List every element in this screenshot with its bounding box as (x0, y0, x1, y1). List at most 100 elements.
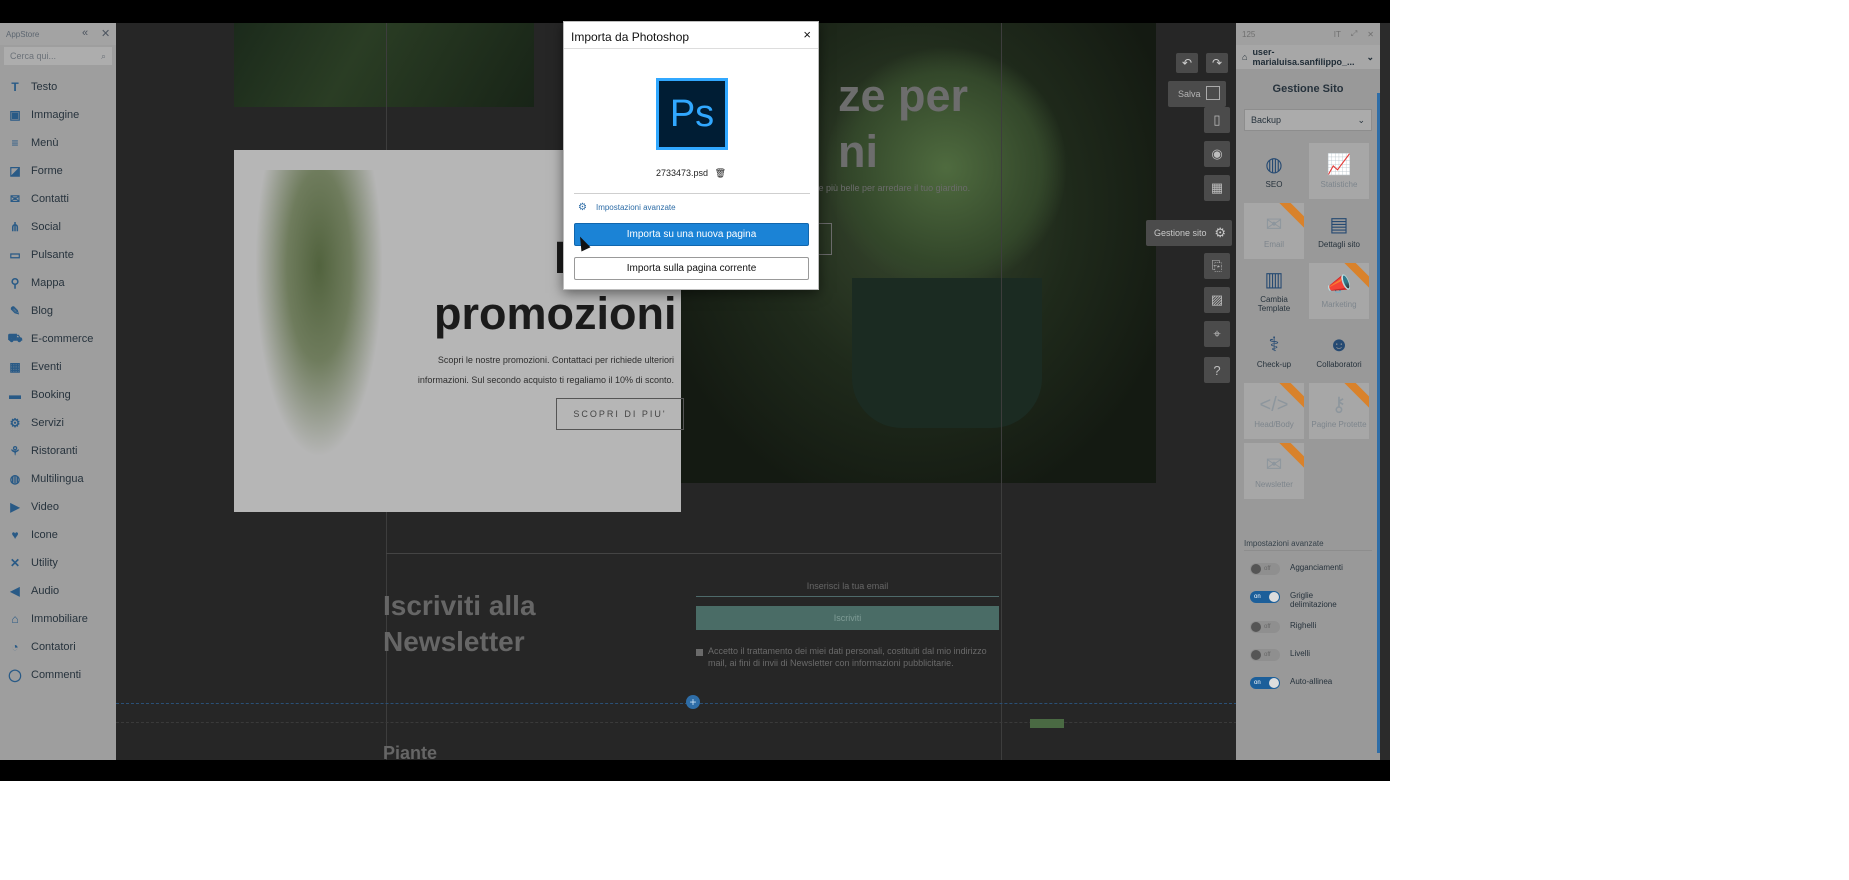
hero-title[interactable]: ze per ni (838, 68, 968, 180)
sidebar-item-label: Blog (31, 305, 54, 317)
sidebar-item-contatori[interactable]: ◔ Contatori (0, 633, 116, 661)
sidebar-item-utility[interactable]: ✕ Utility (0, 549, 116, 577)
sidebar-item-video[interactable]: ▶ Video (0, 493, 116, 521)
sidebar-item-label: Immagine (31, 109, 80, 121)
dialog-close-button[interactable]: × (803, 27, 811, 42)
sidebar-item-immagine[interactable]: ▣ Immagine (0, 101, 116, 129)
tile-newsletter[interactable]: ✉ Newsletter (1244, 443, 1304, 499)
sidebar-item-men-[interactable]: ≡ Menù (0, 129, 116, 157)
help-button[interactable]: ? (1204, 357, 1230, 383)
import-new-page-button[interactable]: Importa su una nuova pagina (574, 223, 809, 246)
sidebar-item-label: Icone (31, 529, 58, 541)
backup-select[interactable]: Backup ⌄ (1244, 109, 1372, 131)
undo-icon: ↶ (1181, 56, 1193, 70)
sidebar-item-social[interactable]: ⋔ Social (0, 213, 116, 241)
section-boundary (116, 722, 1242, 723)
sidebar-item-mappa[interactable]: ⚲ Mappa (0, 269, 116, 297)
expand-icon[interactable]: ⤢ (1351, 29, 1357, 39)
search-icon[interactable]: ⌕ (101, 51, 106, 62)
tile-marketing[interactable]: 📣 Marketing (1309, 263, 1369, 319)
toggle-state: off (1264, 566, 1271, 572)
sidebar-item-ristoranti[interactable]: ⚘ Ristoranti (0, 437, 116, 465)
language-value[interactable]: IT (1334, 30, 1341, 39)
tile-pagine-protette[interactable]: ⚷ Pagine Protette (1309, 383, 1369, 439)
details-icon: ▤ (1329, 213, 1349, 236)
trash-icon[interactable]: 🗑 (715, 168, 726, 178)
promo-button[interactable]: SCOPRI DI PIU' (556, 398, 684, 430)
collapse-icon[interactable]: « (82, 27, 88, 39)
chart-icon: 📈 (1326, 153, 1352, 176)
toggle-switch[interactable]: on (1250, 591, 1280, 603)
toggle-row: off Righelli (1236, 615, 1380, 643)
sidebar-item-e-commerce[interactable]: ⛟ E-commerce (0, 325, 116, 353)
mobile-view-button[interactable]: ▯ (1204, 107, 1230, 133)
sidebar-item-eventi[interactable]: ▦ Eventi (0, 353, 116, 381)
tile-email[interactable]: ✉ Email (1244, 203, 1304, 259)
sidebar-item-forme[interactable]: ◪ Forme (0, 157, 116, 185)
tile-head-body[interactable]: </> Head/Body (1244, 383, 1304, 439)
chevron-down-icon: ⌄ (1366, 51, 1374, 62)
sidebar-item-pulsante[interactable]: ▭ Pulsante (0, 241, 116, 269)
tile-dettagli-sito[interactable]: ▤ Dettagli sito (1309, 203, 1369, 259)
tile-collaboratori[interactable]: ☻ Collaboratori (1309, 323, 1369, 379)
undo-button[interactable]: ↶ (1176, 53, 1198, 73)
newsletter-title[interactable]: Iscriviti alla Newsletter (383, 588, 536, 660)
toggle-knob (1251, 622, 1261, 632)
sidebar-item-blog[interactable]: ✎ Blog (0, 297, 116, 325)
tile-check-up[interactable]: ⚕ Check-up (1244, 323, 1304, 379)
sidebar-item-booking[interactable]: ▬ Booking (0, 381, 116, 409)
promo-text[interactable]: Scopri le nostre promozioni. Contattaci … (394, 350, 674, 390)
gestione-sito-button[interactable]: Gestione sito ⚙ (1146, 220, 1232, 246)
add-section-icon[interactable]: + (686, 695, 700, 709)
file-name: 2733473.psd 🗑 (564, 168, 818, 179)
user-selector[interactable]: ⌂ user-marialuisa.sanfilippo_... ⌄ (1236, 45, 1380, 69)
pages-button[interactable]: ⎘ (1204, 253, 1230, 279)
tile-seo[interactable]: ◍ SEO (1244, 143, 1304, 199)
palette-button[interactable]: ▨ (1204, 287, 1230, 313)
toggle-switch[interactable]: off (1250, 649, 1280, 661)
search-placeholder: Cerca qui... (10, 51, 57, 61)
panel-scrollbar[interactable] (1377, 93, 1380, 753)
newsletter-icon: ✉ (1265, 453, 1283, 476)
newsletter-email-input[interactable]: Inserisci la tua email (696, 575, 999, 597)
sidebar-item-icone[interactable]: ♥ Icone (0, 521, 116, 549)
save-button[interactable]: Salva (1168, 81, 1226, 107)
next-section-title[interactable]: Piante (383, 743, 437, 760)
sidebar-item-multilingua[interactable]: ◍ Multilingua (0, 465, 116, 493)
toggle-switch[interactable]: off (1250, 563, 1280, 575)
sidebar-item-immobiliare[interactable]: ⌂ Immobiliare (0, 605, 116, 633)
sidebar-search-input[interactable]: Cerca qui... ⌕ (4, 47, 112, 65)
toggle-label: Agganciamenti (1290, 563, 1343, 572)
tile-cambia-template[interactable]: ▥ Cambia Template (1244, 263, 1304, 319)
guide-line (1001, 23, 1002, 760)
gear-icon: ⚙ (578, 202, 587, 213)
layout-button[interactable]: ▦ (1204, 175, 1230, 201)
sidebar-item-servizi[interactable]: ⚙ Servizi (0, 409, 116, 437)
tile-statistiche[interactable]: 📈 Statistiche (1309, 143, 1369, 199)
target-icon: ⌖ (1213, 326, 1221, 341)
advanced-settings-link[interactable]: ⚙ Impostazioni avanzate (578, 202, 676, 213)
section-boundary (116, 703, 1242, 704)
newsletter-subscribe-button[interactable]: Iscriviti (696, 606, 999, 630)
chevron-down-icon: ⌄ (1357, 114, 1365, 125)
redo-button[interactable]: ↷ (1206, 53, 1228, 73)
sidebar-item-audio[interactable]: ◀ Audio (0, 577, 116, 605)
section-handle[interactable] (1030, 719, 1064, 728)
wrench-icon: ✕ (9, 556, 21, 570)
preview-button[interactable]: ◉ (1204, 141, 1230, 167)
import-current-page-button[interactable]: Importa sulla pagina corrente (574, 257, 809, 280)
hero-subtitle[interactable]: ante più belle per arredare il tuo giard… (806, 183, 970, 193)
plant-pot (852, 278, 1042, 428)
close-icon[interactable]: ✕ (1367, 30, 1374, 39)
toggle-switch[interactable]: on (1250, 677, 1280, 689)
toggle-switch[interactable]: off (1250, 621, 1280, 633)
target-button[interactable]: ⌖ (1204, 321, 1230, 347)
close-icon[interactable]: ✕ (101, 27, 110, 40)
zoom-value[interactable]: 125 (1242, 30, 1255, 39)
sidebar-item-testo[interactable]: T Testo (0, 73, 116, 101)
checkbox-icon[interactable] (696, 649, 703, 656)
sidebar-item-commenti[interactable]: ◯ Commenti (0, 661, 116, 689)
consent-checkbox[interactable]: Accetto il trattamento dei miei dati per… (696, 645, 1001, 669)
sidebar-item-contatti[interactable]: ✉ Contatti (0, 185, 116, 213)
toggle-state: on (1254, 594, 1261, 600)
